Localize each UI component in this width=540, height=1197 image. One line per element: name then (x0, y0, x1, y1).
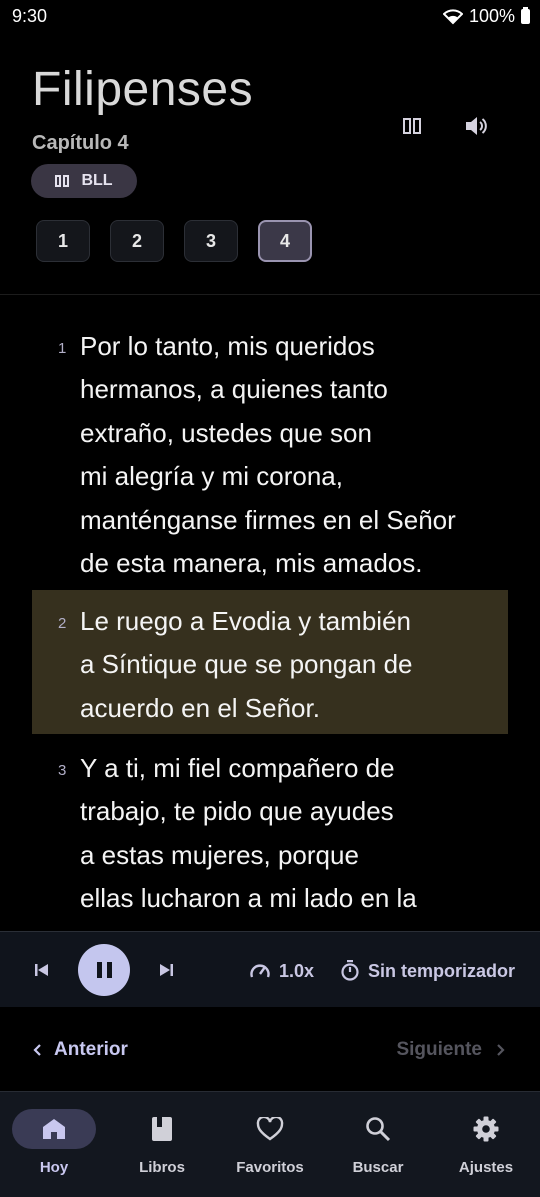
bottom-navigation: Hoy Libros Favoritos Buscar Ajustes (0, 1091, 540, 1197)
home-icon (43, 1119, 65, 1139)
chapter-button-4[interactable]: 4 (258, 220, 312, 262)
volume-icon (466, 117, 487, 135)
parallel-view-button[interactable] (400, 114, 424, 138)
verse-text: Y a ti, mi fiel compañero de trabajo, te… (80, 753, 417, 931)
previous-chapter-link[interactable]: Anterior (32, 1039, 128, 1061)
tab-label: Buscar (352, 1159, 404, 1176)
speed-label[interactable]: 1.0x (279, 961, 314, 982)
verse-2[interactable]: 2 Le ruego a Evodia y también a Síntique… (32, 590, 508, 734)
tab-buscar[interactable]: Buscar (324, 1092, 432, 1197)
tab-favoritos[interactable]: Favoritos (216, 1092, 324, 1197)
next-verse-button[interactable] (152, 956, 180, 984)
tab-icon-container (228, 1109, 312, 1149)
tab-icon-container (120, 1109, 204, 1149)
wifi-icon (442, 8, 463, 24)
version-chip[interactable]: BLL (31, 164, 137, 198)
chapter-label: Capítulo 4 (32, 132, 129, 154)
columns-icon (403, 118, 421, 134)
tab-icon-container (336, 1109, 420, 1149)
skip-next-icon (160, 964, 173, 976)
chapter-selector: 1 2 3 4 (36, 220, 312, 262)
next-label: Siguiente (396, 1039, 482, 1060)
timer-icon (341, 960, 359, 981)
status-bar: 9:30 100% (0, 0, 540, 34)
previous-verse-button[interactable] (28, 956, 56, 984)
next-chapter-link[interactable]: Siguiente (396, 1039, 506, 1061)
speed-button[interactable] (248, 959, 272, 981)
search-icon (366, 1117, 391, 1142)
sleep-timer-button[interactable] (339, 958, 361, 982)
pause-icon (96, 962, 112, 978)
verse-reader[interactable]: 1 Por lo tanto, mis queridos hermanos, a… (0, 295, 540, 931)
chapter-button-1[interactable]: 1 (36, 220, 90, 262)
verse-3[interactable]: 3 Y a ti, mi fiel compañero de trabajo, … (32, 729, 508, 931)
previous-label: Anterior (54, 1039, 128, 1060)
pause-button[interactable] (78, 944, 130, 996)
tab-hoy[interactable]: Hoy (0, 1092, 108, 1197)
verse-1[interactable]: 1 Por lo tanto, mis queridos hermanos, a… (32, 307, 508, 587)
verse-text: Por lo tanto, mis queridos hermanos, a q… (80, 331, 456, 579)
heart-icon (256, 1117, 284, 1141)
verse-text: Le ruego a Evodia y también a Síntique q… (80, 606, 413, 723)
tab-label: Hoy (39, 1159, 69, 1176)
verse-number: 2 (58, 615, 67, 632)
chevron-right-icon (497, 1044, 505, 1056)
version-label: BLL (81, 172, 113, 189)
speedometer-icon (250, 964, 270, 978)
gear-icon (473, 1116, 499, 1142)
verse-number: 3 (58, 762, 67, 779)
audio-player: 1.0x Sin temporizador (0, 931, 540, 1007)
chapter-button-2[interactable]: 2 (110, 220, 164, 262)
skip-previous-icon (35, 964, 48, 976)
tab-icon-container (444, 1109, 528, 1149)
book-icon (152, 1117, 172, 1141)
audio-button[interactable] (464, 114, 488, 138)
chapter-button-3[interactable]: 3 (184, 220, 238, 262)
battery-percentage: 100% (468, 6, 515, 26)
chapter-header: Filipenses Capítulo 4 BLL 1 2 3 4 (0, 34, 540, 294)
tab-label: Favoritos (236, 1159, 304, 1176)
status-indicators: 100% (442, 6, 530, 27)
battery-icon (521, 7, 530, 24)
tab-icon-container (12, 1109, 96, 1149)
tab-label: Libros (139, 1159, 185, 1176)
tab-ajustes[interactable]: Ajustes (432, 1092, 540, 1197)
book-open-icon (55, 175, 70, 187)
header-actions (400, 114, 488, 138)
chevron-left-icon (33, 1044, 41, 1056)
status-time: 9:30 (12, 6, 48, 26)
timer-label[interactable]: Sin temporizador (368, 961, 515, 982)
tab-libros[interactable]: Libros (108, 1092, 216, 1197)
chapter-navigation: Anterior Siguiente (0, 1007, 540, 1091)
tab-label: Ajustes (458, 1159, 514, 1176)
verse-number: 1 (58, 340, 67, 357)
book-title: Filipenses (32, 63, 254, 116)
